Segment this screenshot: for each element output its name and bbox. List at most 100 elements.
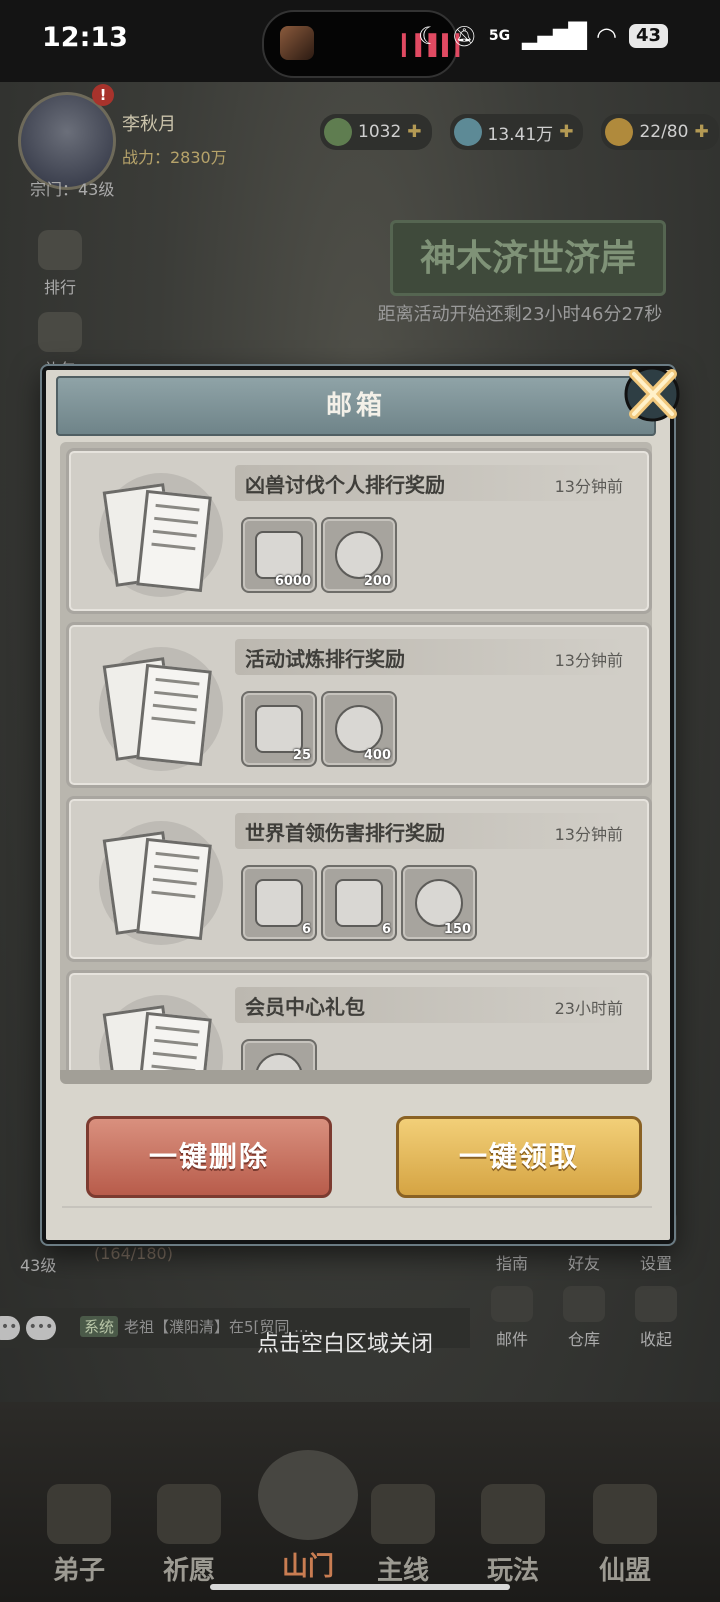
item-quantity: 25 [292,748,311,763]
tab-alliance[interactable]: 仙盟 [580,1484,670,1587]
item-quantity: 150 [443,922,471,937]
claim-all-button[interactable]: 一键领取 [396,1116,642,1198]
modal-footer-divider [62,1206,652,1228]
reward-item[interactable]: 150 [401,865,477,941]
chest-icon [335,879,383,927]
warehouse-icon [563,1286,605,1322]
reward-item[interactable]: 6000 [241,517,317,593]
system-icons: ☾ 🔕︎ 5G ▂▄▆█ ◠ 43 [418,22,668,50]
resource-value: 22/80 [639,122,689,142]
home-indicator[interactable] [210,1584,510,1590]
crystal-icon [453,118,482,146]
tab-wish[interactable]: 祈愿 [144,1484,234,1587]
resource-value: 13.41万 [487,124,554,145]
resource-jade[interactable]: 1032 ✚ [320,114,432,150]
sect-gate-icon [258,1450,358,1540]
exp-progress: (164/180) [94,1244,173,1263]
mail-subject: 凶兽讨伐个人排行奖励 [245,473,445,497]
letter-icon [99,647,223,771]
status-bar: 12:13 ▎▍▌▍▎ ☾ 🔕︎ 5G ▂▄▆█ ◠ 43 [0,0,720,82]
mail-time: 23小时前 [554,999,623,1018]
tab-main-quest[interactable]: 主线 [358,1484,448,1587]
resource-bar: 1032 ✚ 13.41万 ✚ 22/80 ✚ [320,114,719,150]
letter-icon [99,821,223,945]
mailbox-modal: 邮箱 凶兽讨伐个人排行奖励 13分钟前 6000 200 活动试炼排行奖励 13… [42,366,680,1244]
mail-time: 13分钟前 [554,477,623,496]
reward-item[interactable]: 6 [241,865,317,941]
reward-item[interactable]: 25 [241,691,317,767]
player-name: 李秋月 [122,114,176,135]
resource-crystal[interactable]: 13.41万 ✚ [449,114,584,150]
mail-item[interactable]: 活动试炼排行奖励 13分钟前 25 400 [66,622,652,788]
coin-icon [335,531,383,579]
wifi-icon: ◠ [595,22,617,50]
modal-title: 邮箱 [325,391,386,421]
game-app-icon [280,26,314,60]
coin-icon [335,705,383,753]
reward-items: 6 6 150 [241,865,477,941]
mail-time: 13分钟前 [554,651,623,670]
event-countdown: 距离活动开始还剩23小时46分27秒 [377,304,663,325]
mail-time: 13分钟前 [554,825,623,844]
mute-icon: 🔕︎ [451,24,477,48]
avatar-alert-icon: ! [92,84,114,106]
signal-icon: ▂▄▆█ [522,22,587,50]
resource-stamina[interactable]: 22/80 ✚ [601,114,719,150]
util-label: 好友 [567,1254,600,1273]
tab-label: 弟子 [52,1556,105,1586]
reward-item[interactable]: 200 [321,517,397,593]
tab-label: 玩法 [486,1556,539,1586]
reward-items: 6000 200 [241,517,397,593]
mail-subject: 活动试炼排行奖励 [245,647,405,671]
event-title: 神木济世济岸 [390,220,666,296]
list-footer-strip [60,1070,652,1084]
tab-gameplay[interactable]: 玩法 [468,1484,558,1587]
side-item-rank[interactable]: 排行 [28,230,92,298]
moon-icon: ☾ [418,22,440,50]
rank-icon [38,230,82,270]
add-icon[interactable]: ✚ [407,122,421,142]
reward-item[interactable]: 6 [321,865,397,941]
gameplay-icon [481,1484,545,1544]
letter-icon [99,995,223,1076]
close-hint: 点击空白区域关闭 [0,1326,720,1358]
close-hint-text: 点击空白区域关闭 [256,1332,433,1357]
mail-item[interactable]: 世界首领伤害排行奖励 13分钟前 6 6 150 [66,796,652,962]
mail-subject: 会员中心礼包 [245,995,365,1019]
collapse-icon [635,1286,677,1322]
tab-disciples[interactable]: 弟子 [34,1484,124,1587]
player-power: 战力：2830万 [122,148,227,167]
add-icon[interactable]: ✚ [694,122,708,142]
util-label: 指南 [495,1254,528,1273]
gift-icon [38,312,82,352]
item-quantity: 200 [363,574,391,589]
network-label: 5G [488,28,511,44]
reward-item[interactable]: 400 [321,691,397,767]
mail-subject: 世界首领伤害排行奖励 [245,821,445,845]
mail-item[interactable]: 凶兽讨伐个人排行奖励 13分钟前 6000 200 [66,448,652,614]
battery-icon: 43 [628,24,668,48]
mail-item[interactable]: 会员中心礼包 23小时前 [66,970,652,1076]
sect-level: 宗门：43级 [30,180,115,199]
letter-icon [99,473,223,597]
mail-list[interactable]: 凶兽讨伐个人排行奖励 13分钟前 6000 200 活动试炼排行奖励 13分钟前… [60,442,652,1076]
item-quantity: 6 [301,922,311,937]
reward-items: 25 400 [241,691,397,767]
add-icon[interactable]: ✚ [559,122,573,142]
mail-icon [491,1286,533,1322]
tab-label: 山门 [281,1552,334,1582]
scroll-icon [255,879,303,927]
util-label: 设置 [639,1254,672,1273]
disciples-icon [47,1484,111,1544]
clock: 12:13 [42,22,128,53]
bottom-level: 43级 [20,1256,57,1275]
close-icon[interactable] [620,362,684,426]
wish-icon [157,1484,221,1544]
item-quantity: 6000 [274,574,311,589]
beast-token-icon [255,531,303,579]
event-banner[interactable]: 神木济世济岸 距离活动开始还剩23小时46分27秒 [360,210,680,330]
item-quantity: 6 [381,922,391,937]
main-quest-icon [371,1484,435,1544]
tab-sect-gate[interactable]: 山门 [258,1450,358,1583]
delete-all-button[interactable]: 一键删除 [86,1116,332,1198]
